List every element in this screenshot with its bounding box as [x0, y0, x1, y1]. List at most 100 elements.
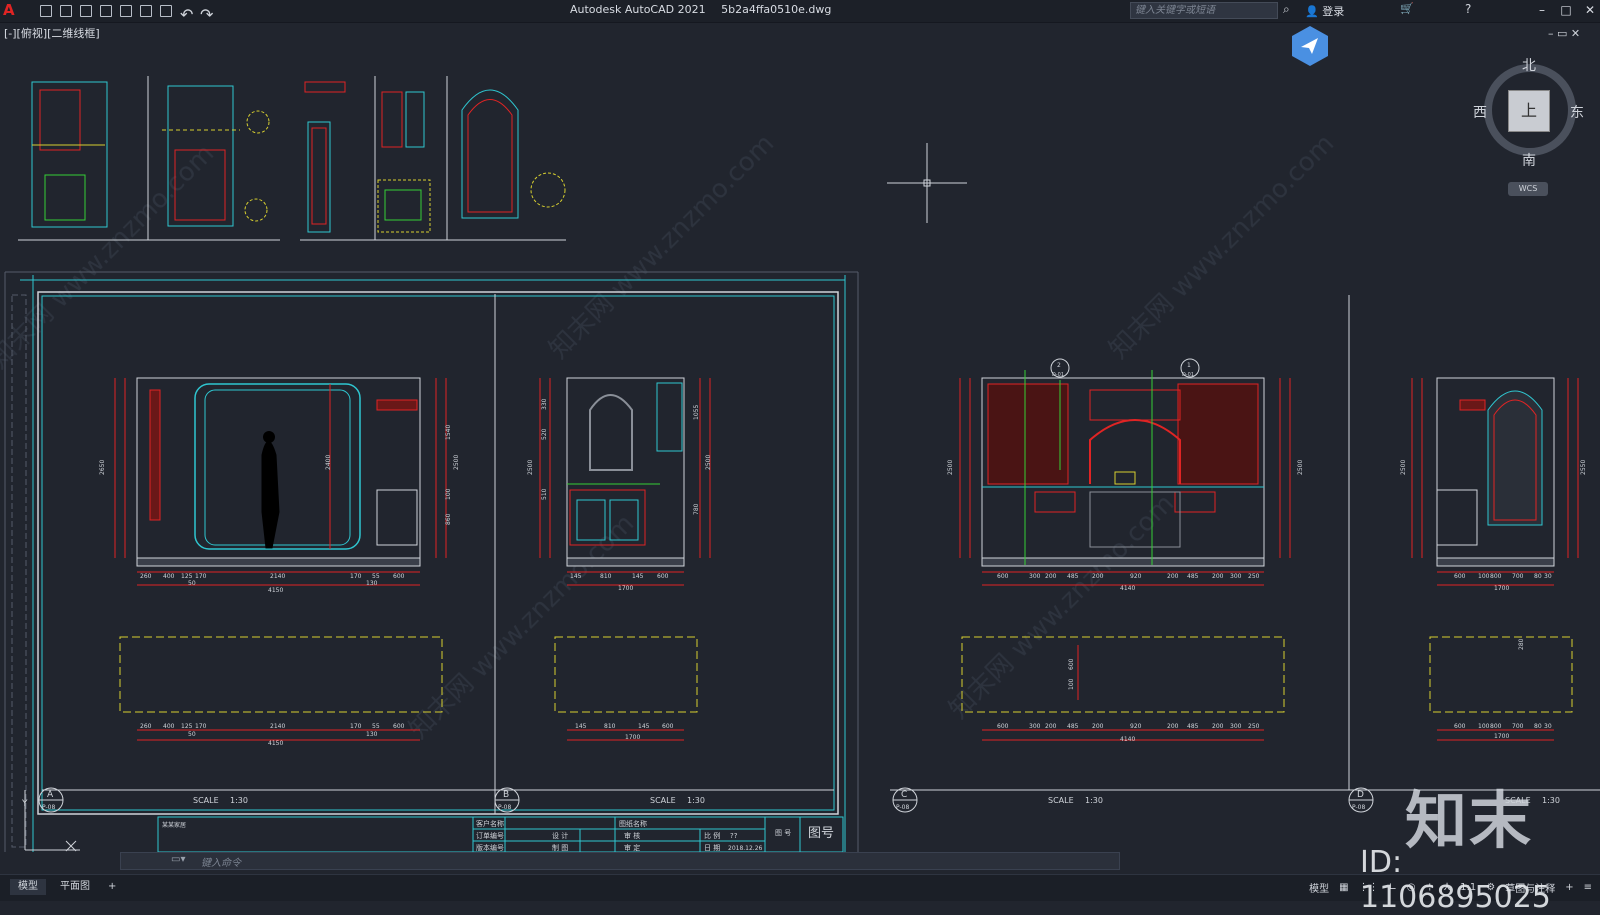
maximize-button[interactable]: □ — [1558, 2, 1574, 18]
window-title: Autodesk AutoCAD 2021 5b2a4ffa0510e.dwg — [570, 3, 843, 16]
cart-icon[interactable]: 🛒 — [1400, 2, 1414, 15]
viewcube-west[interactable]: 西 — [1473, 102, 1487, 122]
svg-text:??: ?? — [730, 832, 738, 840]
svg-text:100: 100 — [1478, 723, 1490, 730]
svg-text:510: 510 — [541, 488, 548, 500]
svg-text:200: 200 — [1212, 723, 1224, 730]
svg-text:330: 330 — [541, 398, 548, 410]
svg-text:170: 170 — [195, 573, 207, 580]
svg-text:920: 920 — [1130, 573, 1142, 580]
svg-text:1700: 1700 — [1494, 733, 1509, 740]
help-icon[interactable]: ? — [1465, 2, 1471, 16]
svg-text:55: 55 — [372, 723, 380, 730]
add-layout-button[interactable]: + — [100, 879, 124, 895]
svg-text:50: 50 — [188, 731, 196, 738]
svg-text:4140: 4140 — [1120, 585, 1135, 592]
svg-text:1540: 1540 — [445, 425, 452, 440]
watermark-text: 知末网 www.znzmo.com — [544, 129, 780, 365]
svg-text:100: 100 — [445, 488, 452, 500]
plot-icon[interactable] — [160, 5, 172, 17]
viewcube-top-face[interactable]: 上 — [1508, 90, 1550, 132]
svg-text:145: 145 — [638, 723, 650, 730]
search-icon[interactable]: ⌕ — [1283, 2, 1290, 17]
watermark-text: 知末网 www.znzmo.com — [404, 509, 640, 745]
svg-text:D-01: D-01 — [1052, 372, 1064, 378]
svg-text:2: 2 — [1057, 362, 1061, 369]
svg-text:Y: Y — [21, 799, 28, 809]
viewcube-south[interactable]: 南 — [1522, 150, 1536, 170]
grid-icon[interactable]: ▦ — [1339, 882, 1348, 893]
svg-text:700: 700 — [1512, 723, 1524, 730]
svg-text:日 期: 日 期 — [704, 844, 720, 852]
svg-text:600: 600 — [997, 723, 1009, 730]
navigation-badge-icon[interactable] — [1290, 25, 1330, 67]
undo-icon[interactable]: ↶ — [180, 5, 193, 24]
open-file-icon[interactable] — [60, 5, 72, 17]
svg-text:2018.12.26: 2018.12.26 — [728, 845, 763, 852]
detail-thumbnails — [18, 76, 566, 241]
svg-text:2140: 2140 — [270, 573, 285, 580]
svg-text:1:30: 1:30 — [687, 796, 705, 805]
save-as-icon[interactable] — [100, 5, 112, 17]
svg-text:1700: 1700 — [1494, 585, 1509, 592]
svg-text:2500: 2500 — [705, 455, 712, 470]
viewcube-north[interactable]: 北 — [1522, 55, 1536, 75]
minimize-button[interactable]: – — [1534, 2, 1550, 18]
svg-text:2400: 2400 — [325, 455, 332, 470]
svg-text:SCALE: SCALE — [193, 796, 219, 805]
svg-text:250: 250 — [1248, 573, 1260, 580]
svg-text:145: 145 — [632, 573, 644, 580]
quick-access-toolbar: ↶ ↷ — [40, 3, 220, 24]
svg-text:600: 600 — [662, 723, 674, 730]
svg-text:2500: 2500 — [947, 460, 954, 475]
svg-text:200: 200 — [1045, 573, 1057, 580]
svg-text:2140: 2140 — [270, 723, 285, 730]
svg-text:100: 100 — [1478, 573, 1490, 580]
svg-text:2650: 2650 — [99, 460, 106, 475]
svg-text:860: 860 — [445, 513, 452, 525]
svg-text:55: 55 — [372, 573, 380, 580]
svg-text:920: 920 — [1130, 723, 1142, 730]
wcs-menu[interactable]: WCS — [1508, 182, 1548, 196]
svg-text:1:30: 1:30 — [1542, 796, 1560, 805]
import-icon[interactable] — [120, 5, 132, 17]
svg-text:1:30: 1:30 — [1085, 796, 1103, 805]
svg-text:审 定: 审 定 — [624, 843, 640, 852]
export-icon[interactable] — [140, 5, 152, 17]
help-search-input[interactable]: 键入关键字或短语 — [1130, 2, 1278, 19]
svg-text:800: 800 — [1490, 723, 1502, 730]
svg-text:80: 80 — [1534, 573, 1542, 580]
drawing-canvas[interactable]: 知末网 www.znzmo.com 知末网 www.znzmo.com 知末网 … — [0, 22, 1600, 852]
tab-layout-plan[interactable]: 平面图 — [52, 879, 98, 895]
redo-icon[interactable]: ↷ — [200, 5, 213, 24]
title-block-text: 某某家居 客户名称 订单编号 版本编号 设 计 制 图 图纸名称 审 核 审 定… — [162, 819, 834, 852]
view-labels: A P-08 SCALE 1:30 B P-08 SCALE 1:30 C P-… — [42, 790, 1560, 811]
save-icon[interactable] — [80, 5, 92, 17]
close-button[interactable]: ✕ — [1582, 2, 1598, 18]
svg-text:50: 50 — [188, 580, 196, 587]
svg-text:订单编号: 订单编号 — [476, 831, 504, 840]
tab-model[interactable]: 模型 — [10, 879, 46, 895]
autocad-logo-icon[interactable]: A — [3, 2, 19, 19]
svg-text:P-08: P-08 — [1352, 804, 1365, 811]
svg-text:300: 300 — [1029, 573, 1041, 580]
command-input[interactable]: 键入命令 — [201, 854, 241, 869]
svg-text:600: 600 — [1454, 573, 1466, 580]
new-file-icon[interactable] — [40, 5, 52, 17]
command-line[interactable]: ▭▾ 键入命令 — [120, 852, 1120, 870]
svg-text:图号: 图号 — [808, 826, 834, 841]
viewcube-east[interactable]: 东 — [1570, 102, 1584, 122]
svg-text:600: 600 — [657, 573, 669, 580]
svg-text:1700: 1700 — [625, 734, 640, 741]
svg-text:200: 200 — [1167, 723, 1179, 730]
svg-text:600: 600 — [997, 573, 1009, 580]
login-button[interactable]: 👤 登录 — [1305, 3, 1344, 19]
svg-text:1700: 1700 — [618, 585, 633, 592]
command-recent-icon[interactable]: ▭▾ — [171, 854, 185, 865]
svg-text:P-08: P-08 — [498, 804, 511, 811]
svg-text:400: 400 — [163, 573, 175, 580]
svg-text:1055: 1055 — [693, 405, 700, 420]
svg-text:260: 260 — [140, 573, 152, 580]
svg-text:图纸名称: 图纸名称 — [619, 819, 647, 828]
model-space-toggle[interactable]: 模型 — [1309, 880, 1329, 895]
